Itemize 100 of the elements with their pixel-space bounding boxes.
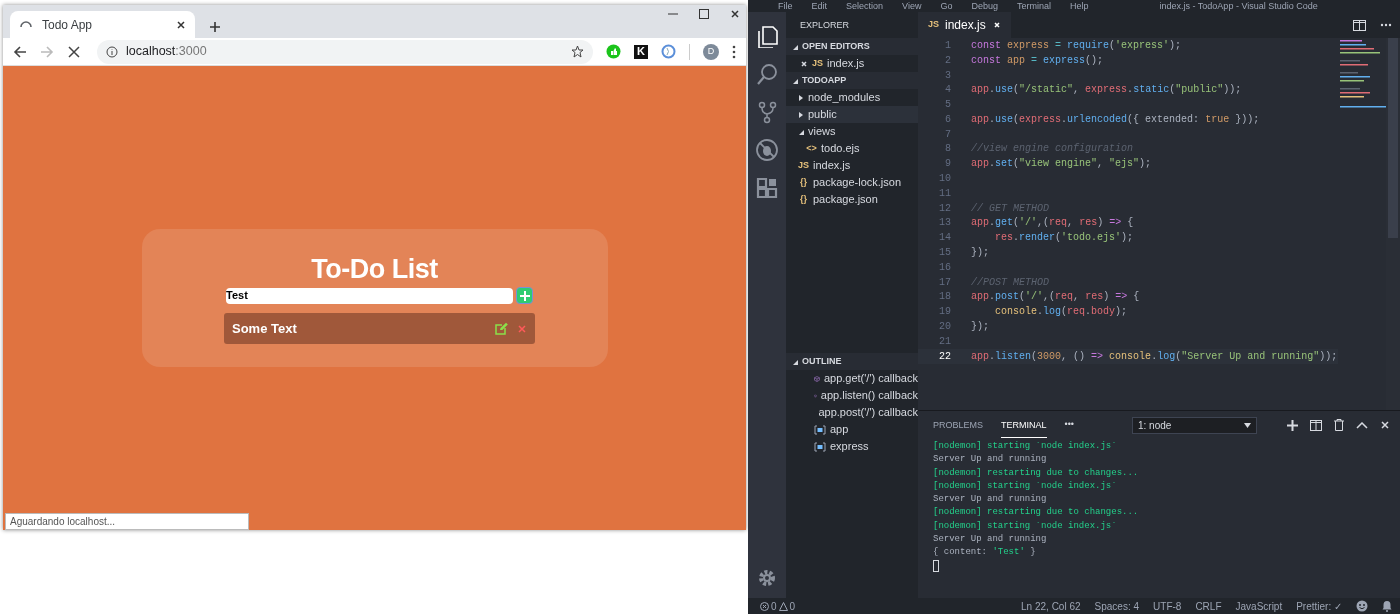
close-icon[interactable] [730,9,740,19]
code-line: const express = require('express'); [971,38,1182,53]
caret-icon[interactable] [798,128,804,135]
settings-icon[interactable] [757,568,777,588]
file-type-icon: JS [928,18,939,32]
thumbs-up-icon[interactable] [606,44,621,59]
search-icon[interactable] [755,62,779,86]
plus-icon[interactable] [1287,419,1298,431]
tree-item[interactable]: app [786,421,918,438]
stop-icon[interactable] [67,44,81,59]
ring-icon[interactable] [661,44,676,59]
files-icon[interactable] [755,24,779,48]
variable-icon [814,423,826,436]
code-line: app.listen(3000, () => console.log("Server Up and running")); [971,349,1338,364]
tree-item[interactable]: <> todo.ejs [786,140,918,157]
tree-item[interactable]: public [786,106,918,123]
status-item[interactable]: Spaces: 4 [1094,598,1140,614]
caret-icon[interactable] [798,94,804,101]
sidebar-title: EXPLORER [799,19,851,32]
terminal-line: [nodemon] restarting due to changes... [933,466,1140,480]
chevron-up-icon[interactable] [1356,421,1368,429]
code-line: console.log(req.body); [994,305,1128,320]
split-editor-icon[interactable] [1353,19,1366,31]
status-item[interactable]: Ln 22, Col 62 [1021,598,1081,614]
menu-item[interactable]: Debug [971,0,998,12]
menu-item[interactable]: Go [940,0,953,12]
star-icon[interactable] [571,45,584,58]
section-header[interactable]: TODOAPP [786,72,918,89]
extension-icon[interactable]: K [634,44,648,59]
menu-item[interactable]: File [778,0,793,12]
back-icon[interactable] [13,44,27,59]
terminal-line: Server Up and running [933,453,1048,467]
line-number: 17 [938,275,952,290]
code-line: res.render('todo.ejs'); [994,231,1134,246]
bell-icon[interactable] [1382,600,1392,612]
variable-icon [814,440,826,453]
extensions-icon[interactable] [755,176,779,200]
scrollbar-thumb[interactable] [1388,38,1398,238]
debug-icon[interactable] [755,138,779,162]
section-header[interactable]: OUTLINE [786,353,918,370]
file-type-icon: {} [798,175,809,190]
tree-item[interactable]: app.get('/') callback [786,370,918,387]
menu-item[interactable]: Selection [846,0,884,12]
info-icon[interactable] [106,45,118,58]
line-number: 15 [938,246,952,261]
problems-indicator[interactable]: 0 0 [760,598,796,614]
edit-icon[interactable] [495,322,509,335]
more-actions[interactable]: ••• [1064,418,1074,432]
menu-item[interactable]: View [902,0,922,12]
status-item[interactable]: UTF-8 [1153,598,1182,614]
tree-item[interactable]: express [786,438,918,455]
tree-item[interactable]: {} package-lock.json [786,174,918,191]
line-number: 16 [938,260,952,275]
terminal-line: [nodemon] starting `node index.js` [933,479,1118,493]
add-button[interactable] [516,287,533,304]
status-item[interactable]: JavaScript [1235,598,1283,614]
menu-icon[interactable] [732,44,736,59]
split-icon[interactable] [1310,419,1322,431]
tree-item[interactable]: {} package.json [786,191,918,208]
window-title: index.js - TodoApp - Visual Studio Code [1159,0,1318,12]
address-bar[interactable]: localhost:3000 [97,39,593,64]
new-tab-icon[interactable] [209,21,221,33]
code-line: }); [971,320,989,335]
line-number: 22 [938,349,952,364]
menu-item[interactable]: Edit [811,0,828,12]
panel-tab[interactable]: TERMINAL [1001,411,1047,439]
file-type-icon: {} [798,192,809,207]
profile-avatar[interactable]: D [703,43,719,60]
caret-icon[interactable] [798,111,804,118]
editor-tab[interactable]: JS index.js [918,12,1011,38]
error-icon [760,601,769,611]
line-number: 20 [938,320,952,335]
tree-item[interactable]: app.listen() callback [786,387,918,404]
caret-icon[interactable] [792,77,798,84]
code-line: app.post('/',(req, res) => { [971,290,1140,305]
status-item[interactable]: Prettier: ✓ [1296,598,1342,614]
terminal-dropdown[interactable]: 1: node [1132,416,1257,434]
todo-text: Some Text [232,319,298,338]
tree-item[interactable]: node_modules [786,89,918,106]
line-number: 8 [944,142,952,157]
menu-item[interactable]: Help [1070,0,1089,12]
smiley-icon[interactable] [1356,600,1368,612]
tree-item[interactable]: JS index.js [786,55,918,72]
tree-item[interactable]: views [786,123,918,140]
trash-icon[interactable] [1334,419,1344,431]
menu-item[interactable]: Terminal [1016,0,1051,12]
tree-item[interactable]: JS index.js [786,157,918,174]
maximize-icon[interactable] [699,9,709,19]
caret-icon[interactable] [792,358,798,365]
todo-input[interactable]: Test [226,287,513,304]
caret-icon[interactable] [792,43,798,50]
caret-icon [1244,422,1251,428]
panel-tab[interactable]: PROBLEMS [933,412,983,438]
more-icon[interactable] [1380,23,1392,27]
tree-item[interactable]: app.post('/') callback [786,404,918,421]
file-type-icon: JS [798,158,809,173]
close-icon[interactable] [176,19,186,30]
section-header[interactable]: OPEN EDITORS [786,38,918,55]
status-item[interactable]: CRLF [1195,598,1222,614]
browser-tab[interactable]: Todo App [10,11,195,38]
